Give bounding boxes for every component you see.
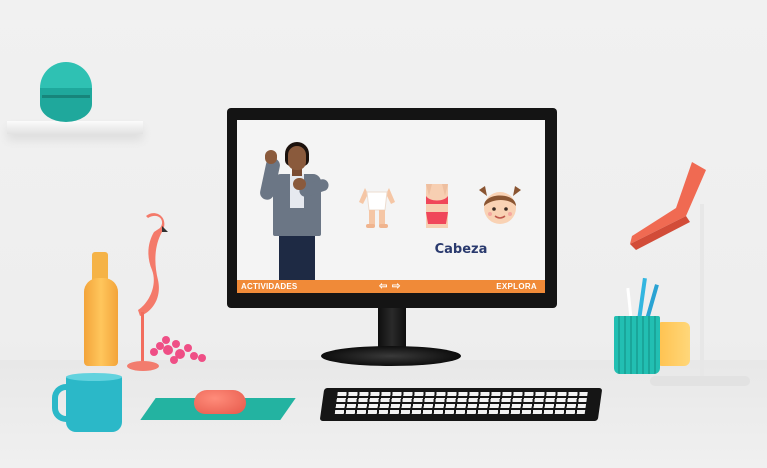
- monitor-stand-base: [321, 346, 461, 366]
- explora-logo: EXPLORA: [496, 282, 537, 291]
- mug-rim: [66, 373, 122, 381]
- keyboard-keys: [334, 392, 588, 414]
- key-row: [335, 404, 587, 408]
- monitor: Cabeza ACTIVIDADES ⇦ ⇨ EXPLORA: [227, 108, 557, 308]
- key-row: [337, 392, 588, 396]
- head-icon[interactable]: [475, 180, 525, 232]
- keyboard: [319, 388, 603, 421]
- teal-mug: [66, 376, 122, 432]
- key-row: [334, 410, 586, 414]
- arrow-left-icon[interactable]: ⇦: [379, 280, 387, 293]
- nav-arrows: ⇦ ⇨: [377, 280, 407, 293]
- presenter-hand: [265, 150, 277, 164]
- presenter-face: [288, 146, 306, 170]
- app-screen: Cabeza ACTIVIDADES ⇦ ⇨ EXPLORA: [237, 120, 545, 293]
- app-bottom-bar: ACTIVIDADES ⇦ ⇨ EXPLORA: [237, 280, 545, 293]
- presenter-hand: [293, 178, 306, 190]
- mouse: [194, 390, 246, 414]
- sign-language-presenter-video: [257, 138, 337, 282]
- teal-decor-ball-band: [42, 95, 90, 98]
- pen-holder: [614, 316, 660, 374]
- presenter-legs: [279, 236, 315, 282]
- yellow-cube: [656, 322, 690, 366]
- pink-flowers: [150, 336, 206, 364]
- desk-lamp-pole: [700, 204, 704, 380]
- desk-lamp-shade: [630, 162, 706, 250]
- legs-icon[interactable]: [355, 182, 399, 230]
- yellow-bottle: [84, 278, 118, 366]
- current-word: Cabeza: [434, 242, 488, 257]
- key-row: [336, 398, 587, 402]
- wall-shelf: [7, 121, 143, 134]
- desk-lamp-base: [650, 376, 750, 386]
- teal-decor-ball-base: [40, 88, 92, 122]
- activities-button[interactable]: ACTIVIDADES: [241, 281, 297, 292]
- torso-icon[interactable]: [420, 182, 454, 230]
- pen: [645, 284, 659, 320]
- desk-scene: Cabeza ACTIVIDADES ⇦ ⇨ EXPLORA: [0, 0, 767, 468]
- arrow-right-icon[interactable]: ⇨: [392, 280, 400, 293]
